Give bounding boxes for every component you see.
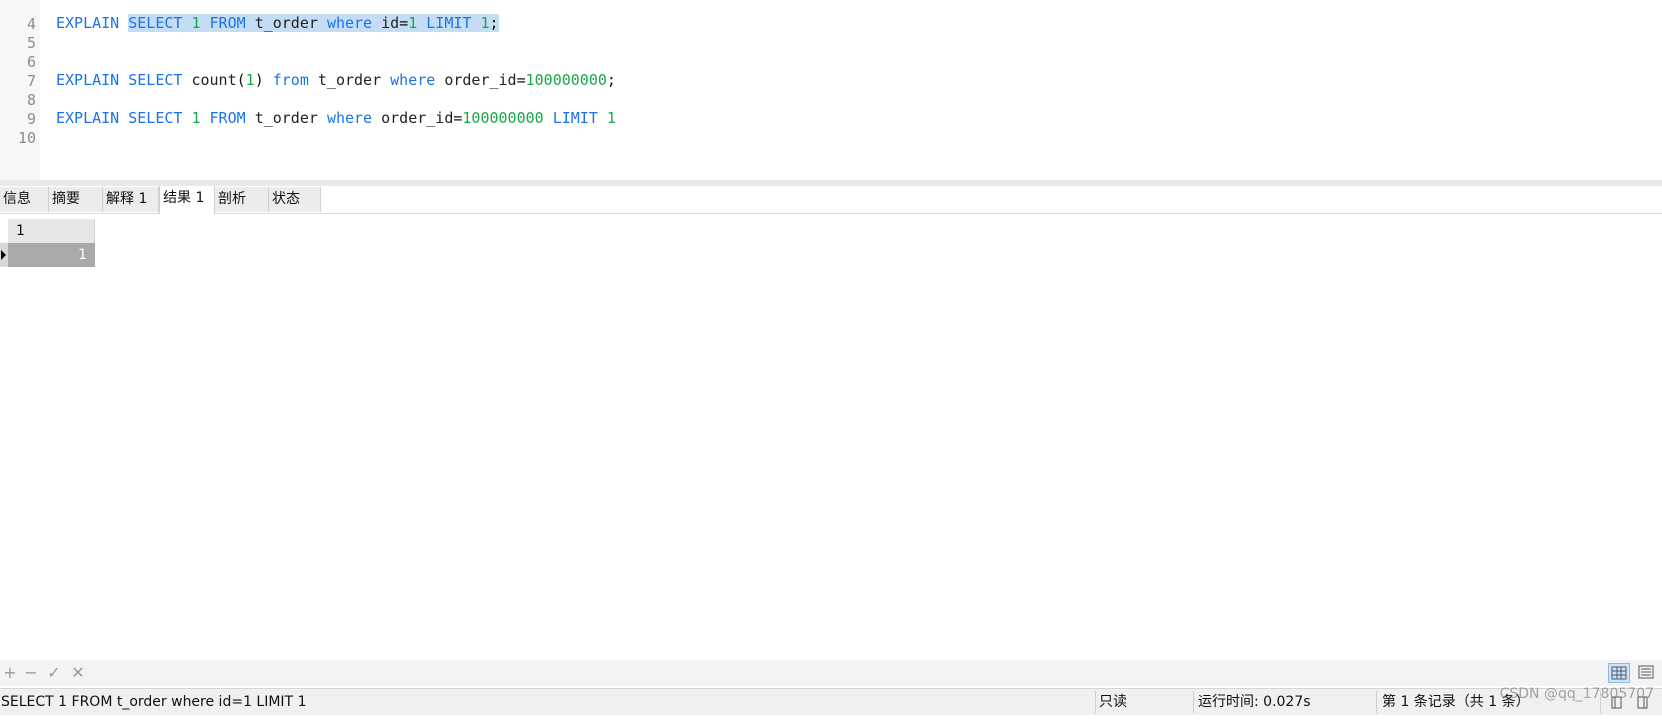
tab-info[interactable]: 信息	[0, 187, 49, 212]
editor-line[interactable]: 5 EXPLAIN SELECT 1 FROM t_order where id…	[0, 13, 1662, 52]
status-runtime: 运行时间: 0.027s	[1198, 694, 1311, 710]
line-number: 10	[17, 129, 36, 147]
grid-view-button[interactable]	[1608, 663, 1630, 683]
tab-profile[interactable]: 剖析	[215, 187, 269, 212]
selected-text[interactable]: SELECT 1 FROM t_order where id=1 LIMIT 1…	[128, 14, 499, 32]
discard-changes-icon[interactable]: ✕	[68, 663, 88, 683]
status-divider	[1095, 691, 1096, 713]
record-toolbar: + − ✓ ✕	[0, 660, 1662, 686]
tab-explain-1[interactable]: 解释 1	[103, 187, 159, 212]
column-header[interactable]: 1	[8, 219, 95, 243]
editor-line[interactable]: 8 EXPLAIN SELECT count(1) from t_order w…	[0, 70, 1662, 109]
status-mode: 只读	[1099, 694, 1127, 710]
form-view-icon	[1638, 665, 1654, 679]
status-divider	[1376, 691, 1377, 713]
editor-line[interactable]: 6	[0, 32, 1662, 71]
watermark-text: CSDN @qq_17805707	[1499, 686, 1654, 702]
editor-line[interactable]: 9	[0, 89, 1662, 128]
tab-status[interactable]: 状态	[269, 187, 321, 212]
delete-record-icon[interactable]: −	[21, 663, 41, 683]
apply-changes-icon[interactable]: ✓	[44, 663, 64, 683]
result-tab-bar: 信息 摘要 解释 1 结果 1 剖析 状态	[0, 186, 1662, 214]
tab-summary[interactable]: 摘要	[49, 187, 103, 212]
status-divider	[1193, 691, 1194, 713]
form-view-button[interactable]	[1636, 663, 1658, 683]
add-record-icon[interactable]: +	[0, 663, 20, 683]
code-line[interactable]: EXPLAIN SELECT count(1) from t_order whe…	[56, 70, 616, 90]
editor-line[interactable]: 7	[0, 51, 1662, 90]
tab-result-1[interactable]: 结果 1	[159, 186, 215, 214]
code-line[interactable]: EXPLAIN SELECT 1 FROM t_order where orde…	[56, 108, 616, 128]
code-line[interactable]: EXPLAIN SELECT 1 FROM t_order where id=1…	[56, 13, 499, 33]
status-bar: SELECT 1 FROM t_order where id=1 LIMIT 1…	[0, 688, 1662, 715]
table-cell[interactable]: 1	[8, 243, 95, 267]
editor-line[interactable]: 4	[0, 0, 1662, 33]
status-query-text: SELECT 1 FROM t_order where id=1 LIMIT 1	[1, 694, 307, 710]
editor-line[interactable]: 10 EXPLAIN SELECT 1 FROM t_order where o…	[0, 108, 1662, 147]
current-row-arrow-icon	[1, 250, 6, 260]
sql-editor[interactable]: 4 5 EXPLAIN SELECT 1 FROM t_order where …	[0, 0, 1662, 180]
grid-view-icon	[1611, 666, 1627, 680]
